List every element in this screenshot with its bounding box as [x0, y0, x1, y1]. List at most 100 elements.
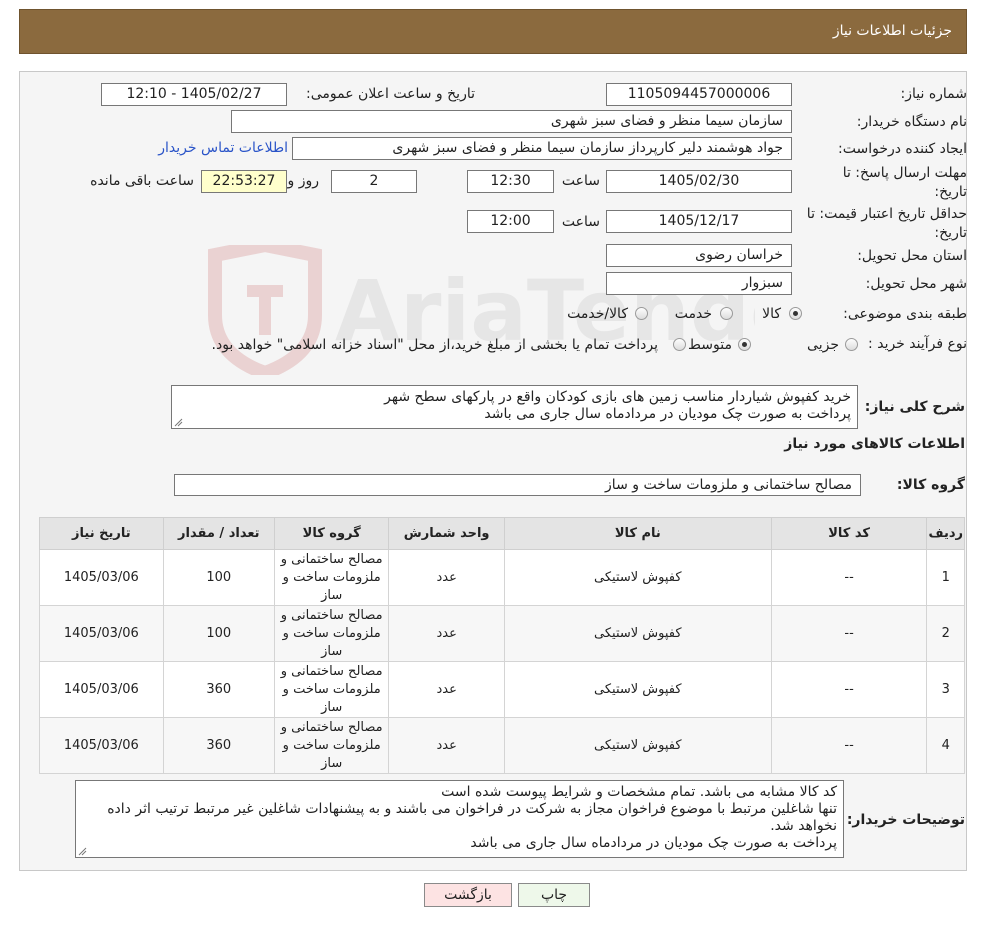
requester-field: جواد هوشمند دلیر کارپرداز سازمان سیما من…: [292, 137, 792, 160]
cell-unit: عدد: [388, 549, 505, 606]
treasury-checkbox[interactable]: [673, 338, 686, 351]
cell-row-number: 1: [926, 549, 965, 606]
cell-unit: عدد: [388, 717, 505, 774]
purchase-option-minor: جزیی: [807, 337, 839, 353]
table-row: 4 -- کفپوش لاستیکی عدد مصالح ساختمانی و …: [39, 717, 965, 774]
buyer-contact-link[interactable]: اطلاعات تماس خریدار: [158, 140, 288, 156]
cell-quantity: 360: [162, 717, 275, 774]
col-header-code: کد کالا: [770, 517, 928, 550]
col-header-quantity: تعداد / مقدار: [162, 517, 275, 550]
cell-name: کفپوش لاستیکی: [503, 717, 772, 774]
announce-field: 1405/02/27 - 12:10: [101, 83, 287, 106]
cell-date: 1405/03/06: [39, 605, 164, 662]
validity-label-date: تاریخ:: [934, 225, 967, 241]
cell-date: 1405/03/06: [39, 549, 164, 606]
cell-name: کفپوش لاستیکی: [503, 605, 772, 662]
deadline-label: مهلت ارسال پاسخ: تا: [842, 165, 967, 181]
cell-row-number: 2: [926, 605, 965, 662]
cell-name: کفپوش لاستیکی: [503, 661, 772, 718]
deadline-time-field: 12:30: [467, 170, 554, 193]
cell-unit: عدد: [388, 605, 505, 662]
buyer-notes-label: توضیحات خریدار:: [846, 812, 965, 828]
goods-table: ردیف کد کالا نام کالا واحد شمارش گروه کا…: [39, 517, 965, 774]
cell-unit: عدد: [388, 661, 505, 718]
validity-label: حداقل تاریخ اعتبار قیمت: تا: [806, 206, 967, 222]
province-field: خراسان رضوی: [606, 244, 792, 267]
city-label: شهر محل تحویل:: [865, 276, 967, 292]
category-radio-goods-service[interactable]: [635, 307, 648, 320]
description-label: شرح کلی نیاز:: [864, 399, 965, 415]
deadline-time-label: ساعت: [561, 173, 600, 189]
goods-section-title: اطلاعات کالاهای مورد نیاز: [784, 436, 965, 452]
col-header-group: گروه کالا: [273, 517, 390, 550]
need-number-label: شماره نیاز:: [900, 86, 968, 102]
buyer-notes-line: پرداخت به صورت چک مودیان در مردادماه سال…: [470, 835, 837, 851]
purchase-radio-medium[interactable]: [738, 338, 751, 351]
category-option-goods: کالا: [762, 306, 781, 322]
cell-quantity: 100: [162, 549, 275, 606]
purchase-radio-minor[interactable]: [845, 338, 858, 351]
need-number-field: 1105094457000006: [606, 83, 792, 106]
cell-row-number: 3: [926, 661, 965, 718]
description-line: خرید کفپوش شیاردار مناسب زمین های بازی ک…: [384, 389, 851, 405]
cell-group: مصالح ساختمانی و ملزومات ساخت و ساز: [273, 549, 390, 606]
announce-label: تاریخ و ساعت اعلان عمومی:: [306, 86, 475, 102]
validity-time-field: 12:00: [467, 210, 554, 233]
cell-code: --: [770, 661, 928, 718]
remaining-time-field: 22:53:27: [201, 170, 287, 193]
buyer-notes-textarea: کد کالا مشابه می باشد. تمام مشخصات و شرا…: [75, 780, 844, 858]
back-button[interactable]: بازگشت: [424, 883, 512, 907]
description-line: پرداخت به صورت چک مودیان در مردادماه سال…: [484, 406, 851, 422]
city-field: سبزوار: [606, 272, 792, 295]
category-option-service: خدمت: [674, 306, 712, 322]
cell-code: --: [770, 717, 928, 774]
table-row: 2 -- کفپوش لاستیکی عدد مصالح ساختمانی و …: [39, 605, 965, 662]
buyer-org-field: سازمان سیما منظر و فضای سبز شهری: [231, 110, 792, 133]
description-textarea: خرید کفپوش شیاردار مناسب زمین های بازی ک…: [171, 385, 858, 429]
cell-quantity: 360: [162, 661, 275, 718]
col-header-date: تاریخ نیاز: [39, 517, 164, 550]
table-row: 1 -- کفپوش لاستیکی عدد مصالح ساختمانی و …: [39, 549, 965, 606]
purchase-type-label: نوع فرآیند خرید :: [868, 336, 967, 352]
buyer-notes-line: کد کالا مشابه می باشد. تمام مشخصات و شرا…: [441, 784, 837, 800]
col-header-row-number: ردیف: [926, 517, 965, 550]
category-label: طبقه بندی موضوعی:: [843, 306, 967, 322]
cell-date: 1405/03/06: [39, 717, 164, 774]
purchase-treasury-note: پرداخت تمام یا بخشی از مبلغ خرید،از محل …: [211, 337, 658, 353]
col-header-unit: واحد شمارش: [388, 517, 505, 550]
buyer-notes-line: تنها شاغلین مرتبط با موضوع فراخوان مجاز …: [107, 801, 837, 834]
goods-group-field: مصالح ساختمانی و ملزومات ساخت و ساز: [174, 474, 861, 496]
print-button[interactable]: چاپ: [518, 883, 590, 907]
validity-date-field: 1405/12/17: [606, 210, 792, 233]
col-header-name: نام کالا: [503, 517, 772, 550]
table-header-row: ردیف کد کالا نام کالا واحد شمارش گروه کا…: [39, 517, 965, 550]
cell-group: مصالح ساختمانی و ملزومات ساخت و ساز: [273, 717, 390, 774]
cell-code: --: [770, 549, 928, 606]
resize-grip-icon[interactable]: [78, 847, 87, 856]
days-remaining-field: 2: [331, 170, 417, 193]
resize-grip-icon[interactable]: [174, 418, 183, 427]
cell-group: مصالح ساختمانی و ملزومات ساخت و ساز: [273, 605, 390, 662]
remaining-time-label: ساعت باقی مانده: [90, 173, 194, 189]
cell-code: --: [770, 605, 928, 662]
category-option-goods-service: کالا/خدمت: [567, 306, 628, 322]
table-row: 3 -- کفپوش لاستیکی عدد مصالح ساختمانی و …: [39, 661, 965, 718]
cell-row-number: 4: [926, 717, 965, 774]
deadline-date-field: 1405/02/30: [606, 170, 792, 193]
category-radio-service[interactable]: [720, 307, 733, 320]
deadline-label-date: تاریخ:: [934, 184, 967, 200]
days-label: روز و: [287, 173, 320, 189]
province-label: استان محل تحویل:: [857, 248, 967, 264]
cell-date: 1405/03/06: [39, 661, 164, 718]
page-header: جزئیات اطلاعات نیاز: [19, 9, 967, 54]
cell-group: مصالح ساختمانی و ملزومات ساخت و ساز: [273, 661, 390, 718]
page-title: جزئیات اطلاعات نیاز: [832, 23, 952, 39]
cell-name: کفپوش لاستیکی: [503, 549, 772, 606]
buyer-org-label: نام دستگاه خریدار:: [856, 114, 967, 130]
requester-label: ایجاد کننده درخواست:: [838, 141, 967, 157]
cell-quantity: 100: [162, 605, 275, 662]
validity-time-label: ساعت: [561, 214, 600, 230]
category-radio-goods[interactable]: [789, 307, 802, 320]
purchase-option-medium: متوسط: [688, 337, 732, 353]
goods-group-label: گروه کالا:: [896, 477, 965, 493]
